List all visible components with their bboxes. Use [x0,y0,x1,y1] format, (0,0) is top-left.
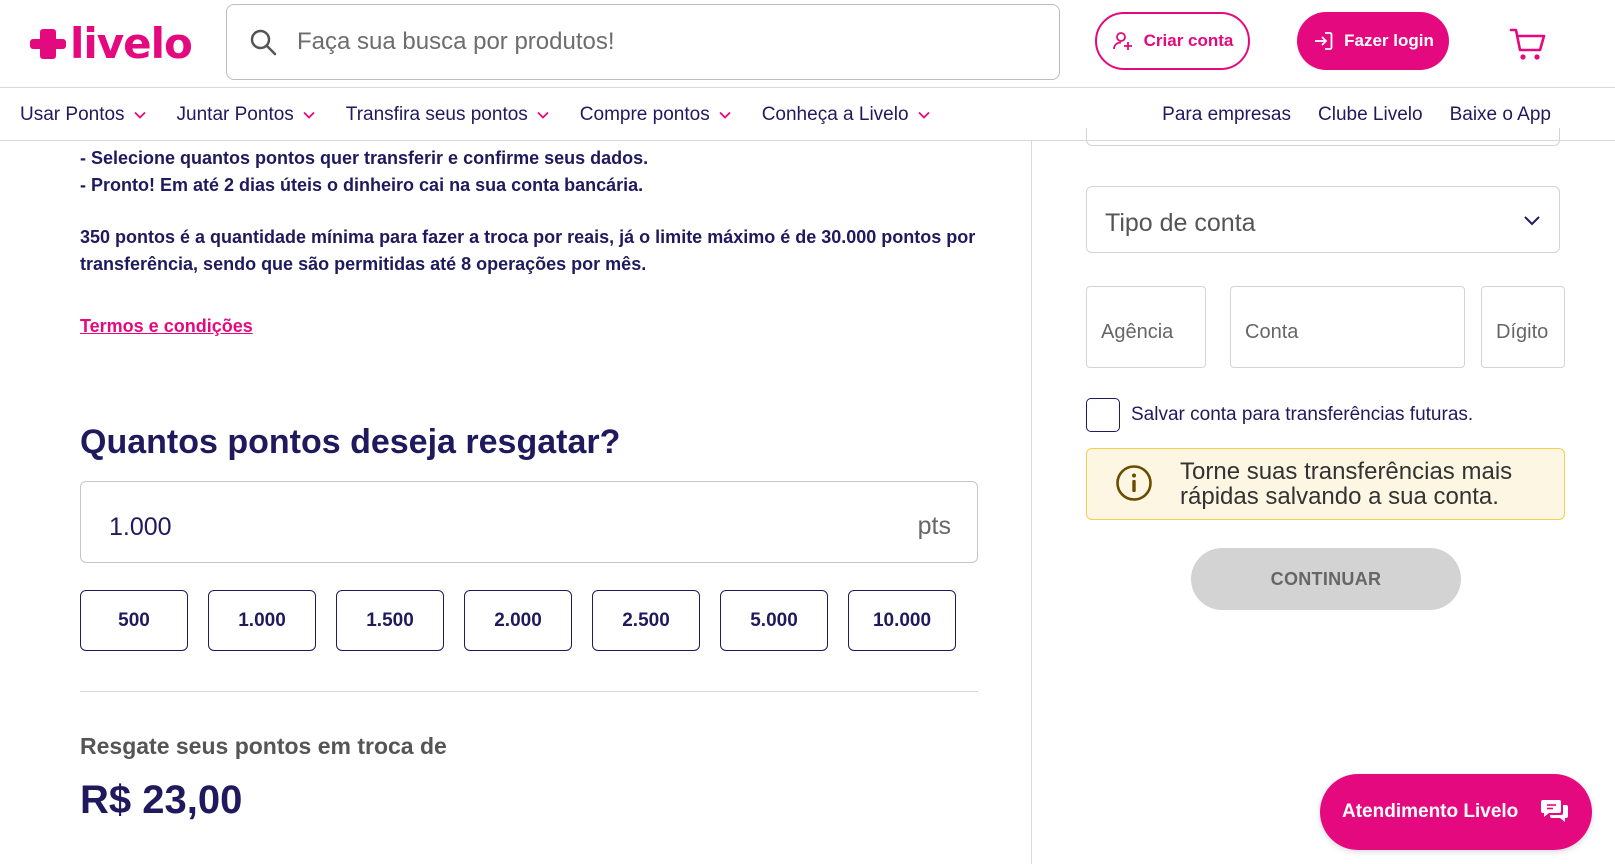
step-line: - Selecione quantos pontos quer transfer… [80,148,649,168]
chevron-down-icon [537,111,549,119]
conta-input[interactable] [1245,321,1444,344]
nav-item-transfira-pontos[interactable]: Transfira seus pontos [346,104,550,126]
search-icon [249,28,277,56]
chevron-down-icon [719,111,731,119]
save-account-checkbox[interactable] [1086,398,1120,432]
points-question-heading: Quantos pontos deseja resgatar? [80,423,621,461]
preset-chip-2500[interactable]: 2.500 [592,590,700,651]
support-chat-button[interactable]: Atendimento Livelo [1320,774,1592,850]
chat-label: Atendimento Livelo [1342,801,1519,822]
preset-chip-1500[interactable]: 1.500 [336,590,444,651]
search-bar[interactable] [226,4,1060,80]
nav-item-label: Juntar Pontos [176,104,294,125]
agencia-input[interactable] [1101,321,1202,344]
preset-chip-2000[interactable]: 2.000 [464,590,572,651]
nav-item-label: Compre pontos [579,104,710,125]
info-banner: Torne suas transferências mais rápidas s… [1086,448,1565,520]
info-icon [1116,465,1152,501]
account-type-select[interactable]: Tipo de conta [1086,186,1560,253]
info-text: Torne suas transferências mais rápidas s… [1180,458,1513,510]
digito-field[interactable] [1481,286,1566,368]
nav-item-compre-pontos[interactable]: Compre pontos [580,104,732,126]
chevron-down-icon [1524,216,1540,226]
chevron-down-icon [917,111,930,119]
column-divider [1031,141,1032,864]
nav-item-conheca-livelo[interactable]: Conheça a Livelo [762,104,931,126]
nav-item-label: Usar Pontos [20,104,125,125]
bank-field-partial[interactable] [1086,128,1560,146]
login-icon [1315,32,1333,50]
cart-icon[interactable] [1508,24,1548,64]
chevron-down-icon [133,111,146,119]
site-header: livelo Criar conta Fazer login [0,0,1615,88]
chevron-down-icon [303,111,315,119]
livelo-logo[interactable]: livelo [30,18,193,70]
conta-field[interactable] [1230,286,1465,368]
create-account-label: Criar conta [1143,31,1234,50]
step-line: - Pronto! Em até 2 dias úteis o dinheiro… [80,175,644,195]
preset-chip-500[interactable]: 500 [80,590,188,651]
preset-chip-1000[interactable]: 1.000 [208,590,316,651]
points-amount-field[interactable]: pts [80,481,978,563]
steps-text: - Selecione quantos pontos quer transfer… [80,145,980,199]
digito-input[interactable] [1496,321,1566,344]
points-input[interactable] [109,513,809,542]
continue-button[interactable]: CONTINUAR [1191,548,1461,610]
save-account-label: Salvar conta para transferências futuras… [1131,404,1474,425]
redeem-value: R$ 23,00 [80,778,243,822]
save-account-option[interactable]: Salvar conta para transferências futuras… [1086,398,1473,432]
logo-text: livelo [70,19,193,68]
nav-item-label: Conheça a Livelo [761,104,909,125]
redeem-label: Resgate seus pontos em troca de [80,733,447,759]
preset-chip-5000[interactable]: 5.000 [720,590,828,651]
nav-item-usar-pontos[interactable]: Usar Pontos [20,104,147,126]
nav-item-label: Transfira seus pontos [345,104,528,125]
account-type-label: Tipo de conta [1105,209,1256,237]
terms-link[interactable]: Termos e condições [80,316,253,337]
search-input[interactable] [297,28,997,56]
nav-item-juntar-pontos[interactable]: Juntar Pontos [177,104,316,126]
nav-menu: Usar Pontos Juntar Pontos Transfira seus… [20,89,961,141]
chat-icon [1541,800,1568,822]
livelo-cross-icon [30,26,66,62]
points-unit: pts [917,512,951,540]
preset-chip-10000[interactable]: 10.000 [848,590,956,651]
login-button[interactable]: Fazer login [1297,12,1449,70]
nav-link-para-empresas[interactable]: Para empresas [1162,104,1291,126]
nav-link-baixe-app[interactable]: Baixe o App [1450,104,1551,126]
nav-link-clube-livelo[interactable]: Clube Livelo [1318,104,1423,126]
login-label: Fazer login [1344,31,1434,50]
create-account-button[interactable]: Criar conta [1095,12,1250,70]
limits-text: 350 pontos é a quantidade mínima para fa… [80,227,976,274]
divider [80,691,978,692]
add-user-icon [1112,32,1132,50]
agencia-field[interactable] [1086,286,1206,368]
points-preset-chips: 500 1.000 1.500 2.000 2.500 5.000 10.000 [80,590,956,651]
